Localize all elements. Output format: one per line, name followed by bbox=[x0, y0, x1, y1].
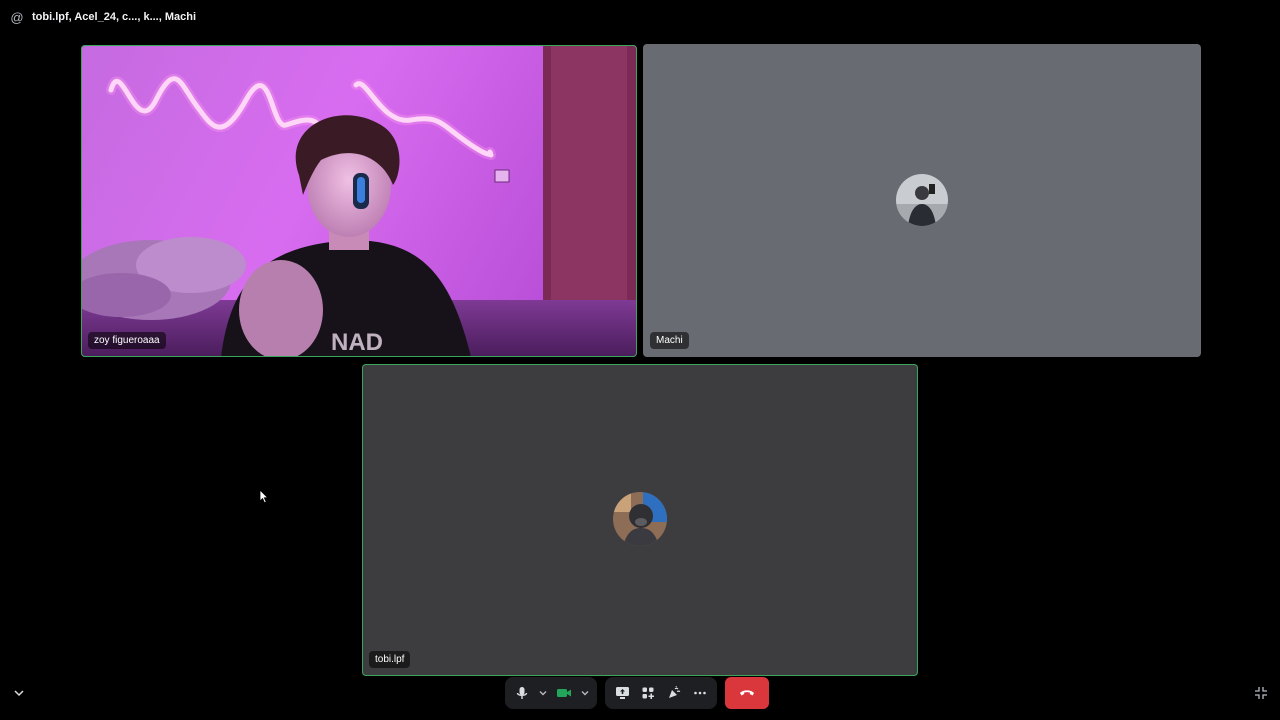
call-title[interactable]: tobi.lpf, Acel_24, c..., k..., Machi bbox=[32, 11, 196, 23]
exit-fullscreen-icon bbox=[1255, 687, 1267, 699]
collapse-button[interactable] bbox=[9, 683, 29, 703]
mic-camera-group bbox=[505, 677, 597, 709]
more-icon bbox=[694, 691, 706, 695]
soundboard-button[interactable] bbox=[661, 680, 687, 706]
activities-button[interactable] bbox=[635, 680, 661, 706]
mouse-cursor-icon bbox=[259, 489, 269, 504]
avatar bbox=[896, 174, 948, 226]
participant-name-label: tobi.lpf bbox=[369, 651, 411, 668]
exit-fullscreen-button[interactable] bbox=[1251, 683, 1271, 703]
microphone-button[interactable] bbox=[509, 680, 535, 706]
activities-icon bbox=[642, 687, 654, 699]
camera-options-button[interactable] bbox=[577, 680, 593, 706]
more-button[interactable] bbox=[687, 680, 713, 706]
call-controls bbox=[505, 677, 769, 709]
activity-group bbox=[605, 677, 717, 709]
chevron-down-icon bbox=[14, 690, 24, 697]
camera-button[interactable] bbox=[551, 680, 577, 706]
participant-tile-machi[interactable]: Machi bbox=[643, 44, 1201, 357]
chevron-down-icon bbox=[581, 691, 589, 696]
hang-up-icon bbox=[740, 690, 754, 696]
participant-name-label: Machi bbox=[650, 332, 689, 349]
chevron-down-icon bbox=[539, 691, 547, 696]
microphone-icon bbox=[516, 687, 528, 699]
screen-share-icon bbox=[615, 687, 629, 699]
camera-icon bbox=[557, 689, 571, 697]
screen-share-button[interactable] bbox=[609, 680, 635, 706]
participant-name-label: zoy figueroaaa bbox=[88, 332, 166, 349]
participant-tile-tobi[interactable]: tobi.lpf bbox=[362, 364, 918, 676]
mic-options-button[interactable] bbox=[535, 680, 551, 706]
participant-video: NAD bbox=[81, 45, 637, 357]
disconnect-button[interactable] bbox=[725, 677, 769, 709]
participant-tile-zoy[interactable]: NAD zoy figueroaaa bbox=[81, 45, 637, 357]
soundboard-icon bbox=[669, 686, 681, 698]
call-header: @ tobi.lpf, Acel_24, c..., k..., Machi bbox=[0, 0, 1280, 34]
avatar bbox=[613, 492, 667, 546]
svg-text:NAD: NAD bbox=[331, 329, 383, 356]
at-icon: @ bbox=[10, 9, 24, 25]
